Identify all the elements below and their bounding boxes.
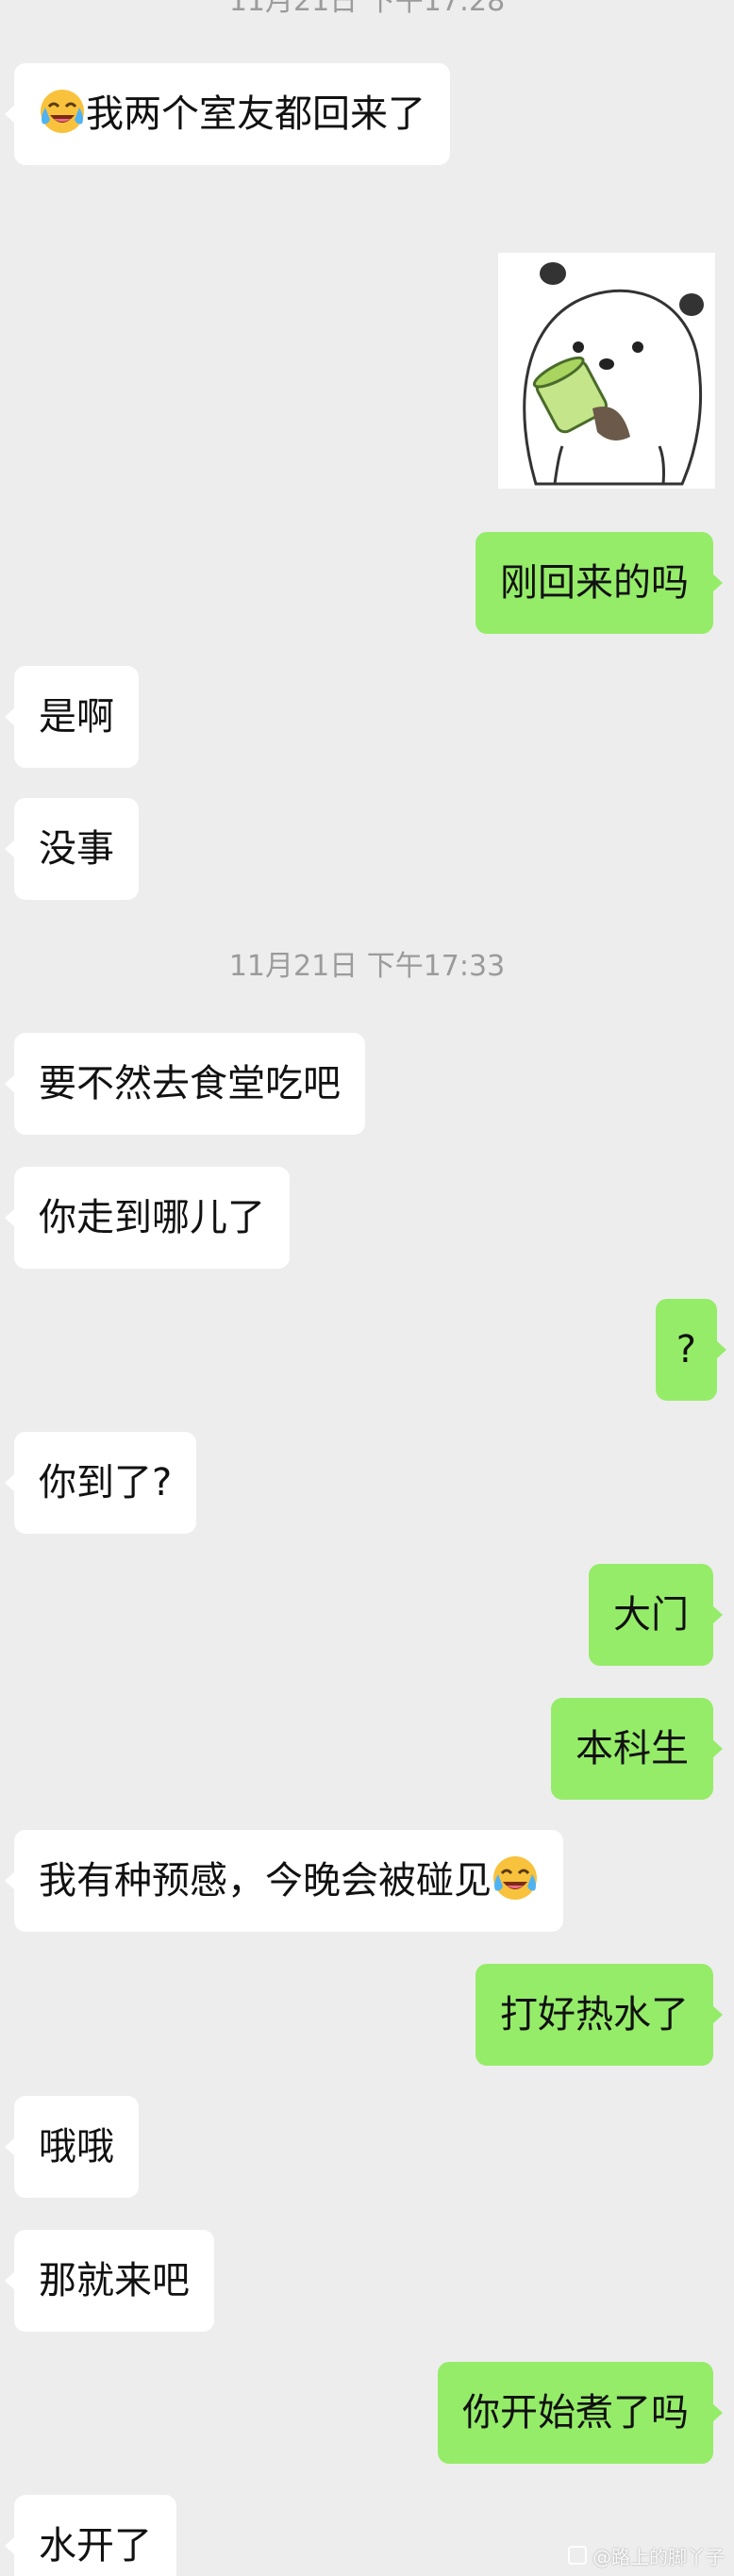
message-bubble-received[interactable]: 没事	[5, 798, 139, 900]
message-bubble-received[interactable]: 我有种预感，今晚会被碰见	[5, 1830, 563, 1932]
message-text: ?	[676, 1328, 696, 1371]
timestamp: 11月21日 下午17:33	[228, 950, 506, 983]
message-text: 本科生	[576, 1727, 689, 1770]
message-bubble-received[interactable]: 你到了?	[4, 1432, 197, 1534]
message-bubble-received[interactable]: 我两个室友都回来了	[5, 63, 450, 165]
chat-view: 11月21日 下午17:28 我两个室友都回来了 刚回来的吗 是啊 没事 11月…	[0, 0, 734, 2576]
message-text: 打好热水了	[500, 1993, 689, 2036]
message-text: 那就来吧	[39, 2259, 190, 2302]
message-text: 我有种预感，今晚会被碰见	[39, 1859, 492, 1903]
message-text: 你到了?	[39, 1461, 173, 1504]
message-bubble-sent[interactable]: 大门	[589, 1564, 723, 1666]
message-text: 要不然去食堂吃吧	[39, 1062, 341, 1105]
message-bubble-sent[interactable]: 你开始煮了吗	[438, 2362, 723, 2464]
message-text: 水开了	[39, 2524, 152, 2568]
laugh-cry-emoji-icon	[39, 88, 86, 135]
message-text: 哦哦	[39, 2125, 114, 2169]
message-bubble-sent[interactable]: 打好热水了	[475, 1964, 723, 2066]
camera-icon	[568, 2546, 587, 2565]
message-bubble-sent[interactable]: 刚回来的吗	[475, 532, 723, 634]
message-text: 我两个室友都回来了	[86, 92, 425, 136]
message-text: 你开始煮了吗	[462, 2391, 689, 2435]
message-bubble-received[interactable]: 你走到哪儿了	[5, 1167, 290, 1269]
panda-bear-drinking-sticker[interactable]	[498, 253, 715, 489]
watermark-text: @路上的脚丫子	[592, 2545, 725, 2568]
message-bubble-received[interactable]: 水开了	[5, 2495, 176, 2576]
message-bubble-sent[interactable]: ?	[655, 1299, 727, 1401]
laugh-cry-emoji-icon	[492, 1854, 539, 1902]
message-bubble-sent[interactable]: 本科生	[551, 1698, 723, 1800]
timestamp: 11月21日 下午17:28	[228, 0, 506, 18]
watermark: @路上的脚丫子	[568, 2539, 725, 2571]
message-text: 没事	[39, 827, 114, 871]
message-bubble-received[interactable]: 哦哦	[5, 2096, 139, 2198]
message-text: 是啊	[39, 695, 114, 739]
message-bubble-received[interactable]: 那就来吧	[5, 2230, 214, 2332]
message-bubble-received[interactable]: 是啊	[5, 666, 139, 768]
message-text: 你走到哪儿了	[39, 1196, 265, 1239]
message-text: 刚回来的吗	[500, 561, 689, 605]
message-bubble-received[interactable]: 要不然去食堂吃吧	[5, 1033, 365, 1135]
message-text: 大门	[613, 1593, 689, 1637]
